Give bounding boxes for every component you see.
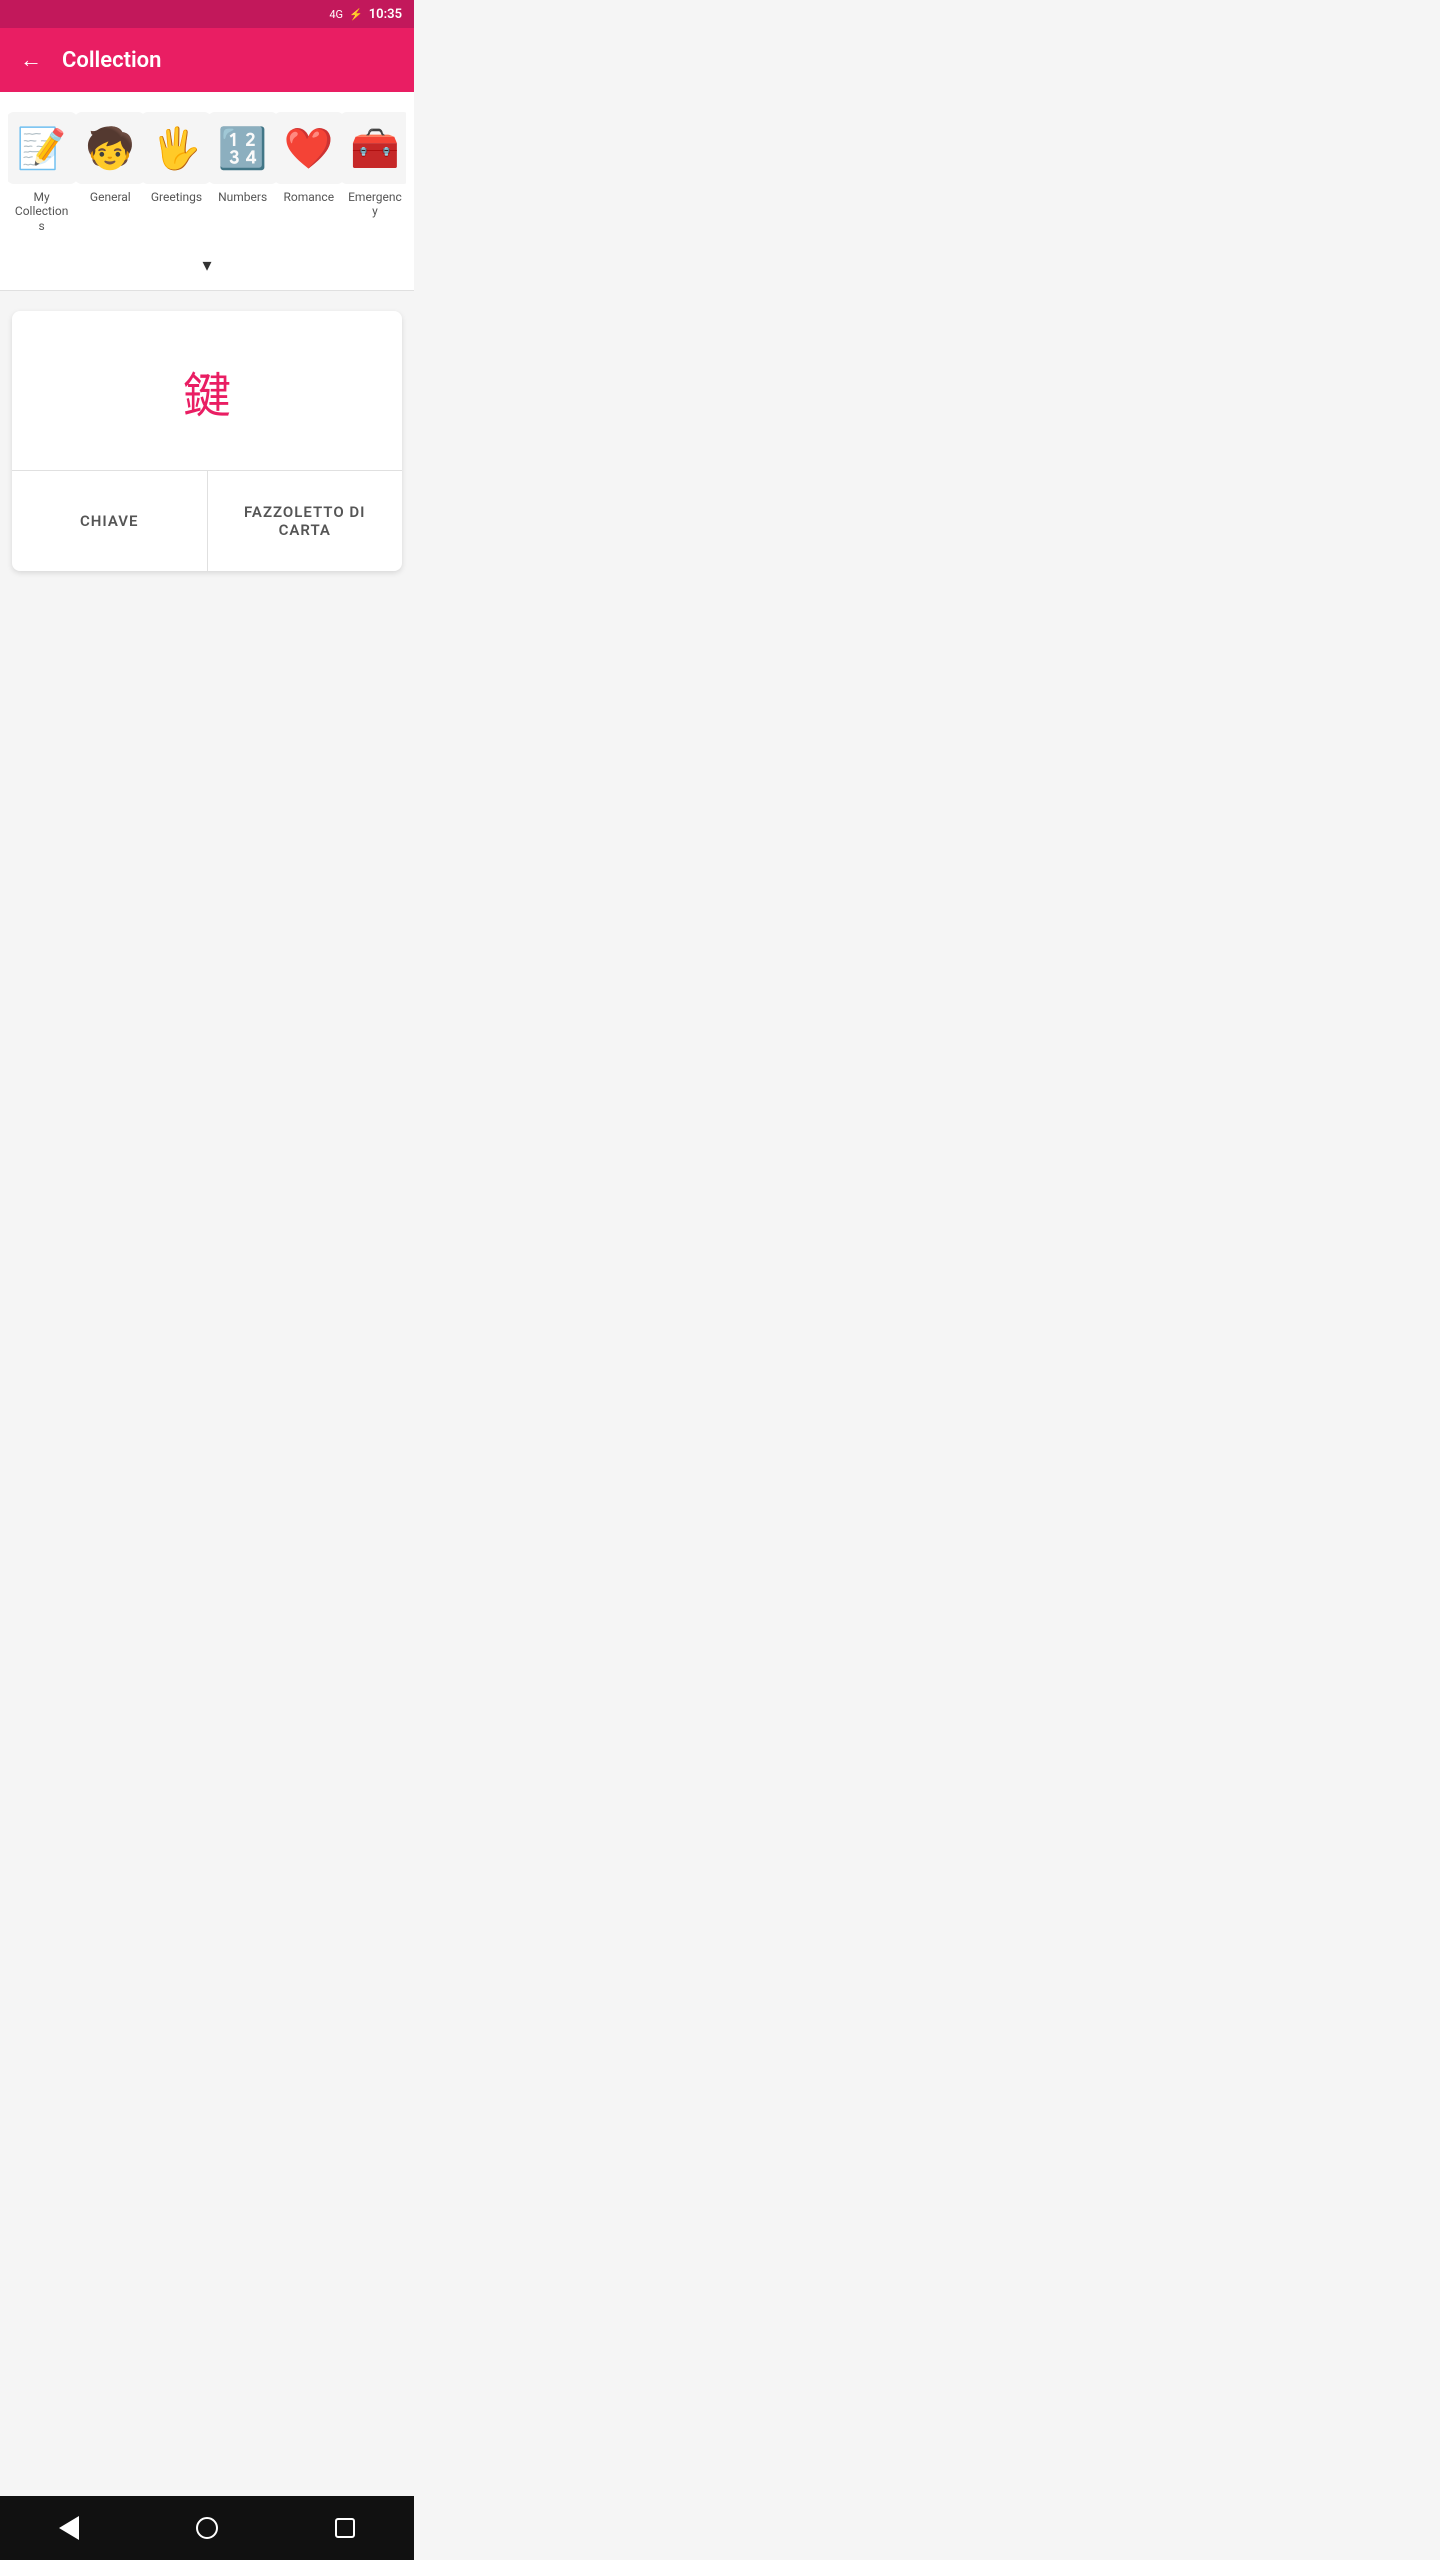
category-item-greetings[interactable]: 🖐️Greetings — [145, 108, 207, 237]
back-arrow-icon: ← — [20, 47, 42, 73]
category-icon-general: 🧒 — [74, 112, 146, 184]
category-icon-my-collections: 📝 — [8, 112, 78, 184]
flashcard-answer-0[interactable]: CHIAVE — [12, 471, 208, 571]
category-label-numbers: Numbers — [218, 190, 267, 204]
nav-home-icon — [196, 2517, 218, 2539]
nav-back-button[interactable] — [39, 2508, 99, 2548]
battery-icon: ⚡ — [349, 8, 363, 21]
category-label-emergency: Emergency — [348, 190, 402, 219]
flashcard-answer-1[interactable]: FAZZOLETTO DI CARTA — [208, 471, 403, 571]
nav-recents-icon — [335, 2518, 355, 2538]
nav-home-button[interactable] — [176, 2509, 238, 2547]
category-item-romance[interactable]: ❤️Romance — [278, 108, 340, 237]
nav-back-icon — [59, 2516, 79, 2540]
app-bar-title: Collection — [62, 48, 161, 73]
flashcard-top[interactable]: 鍵 — [12, 311, 402, 471]
category-label-greetings: Greetings — [151, 190, 202, 204]
category-icon-greetings: 🖐️ — [140, 112, 212, 184]
category-scroll: 📝My Collections🧒General🖐️Greetings🔢Numbe… — [8, 108, 406, 237]
category-label-general: General — [90, 190, 131, 204]
category-label-romance: Romance — [284, 190, 335, 204]
flashcard-section: 鍵 CHIAVEFAZZOLETTO DI CARTA — [12, 311, 402, 571]
category-item-numbers[interactable]: 🔢Numbers — [212, 108, 274, 237]
time-display: 10:35 — [369, 7, 402, 22]
nav-recents-button[interactable] — [315, 2510, 375, 2546]
category-label-my-collections: My Collections — [12, 190, 71, 233]
category-section: 📝My Collections🧒General🖐️Greetings🔢Numbe… — [0, 92, 414, 245]
category-item-my-collections[interactable]: 📝 My Collections — [8, 108, 75, 237]
flashcard-character: 鍵 — [183, 356, 231, 426]
app-bar: ← Collection — [0, 28, 414, 92]
category-icon-romance: ❤️ — [273, 112, 345, 184]
chevron-down-icon: ▾ — [202, 255, 211, 276]
status-bar: 4G ⚡ 10:35 — [0, 0, 414, 28]
signal-icon: 4G — [329, 8, 343, 21]
category-item-general[interactable]: 🧒General — [79, 108, 141, 237]
back-button[interactable]: ← — [16, 43, 46, 77]
category-icon-numbers: 🔢 — [207, 112, 279, 184]
category-icon-emergency: 🧰 — [339, 112, 406, 184]
category-item-emergency[interactable]: 🧰Emergency — [344, 108, 406, 237]
bottom-nav — [0, 2496, 414, 2560]
chevron-row[interactable]: ▾ — [0, 245, 414, 291]
flashcard-bottom: CHIAVEFAZZOLETTO DI CARTA — [12, 471, 402, 571]
